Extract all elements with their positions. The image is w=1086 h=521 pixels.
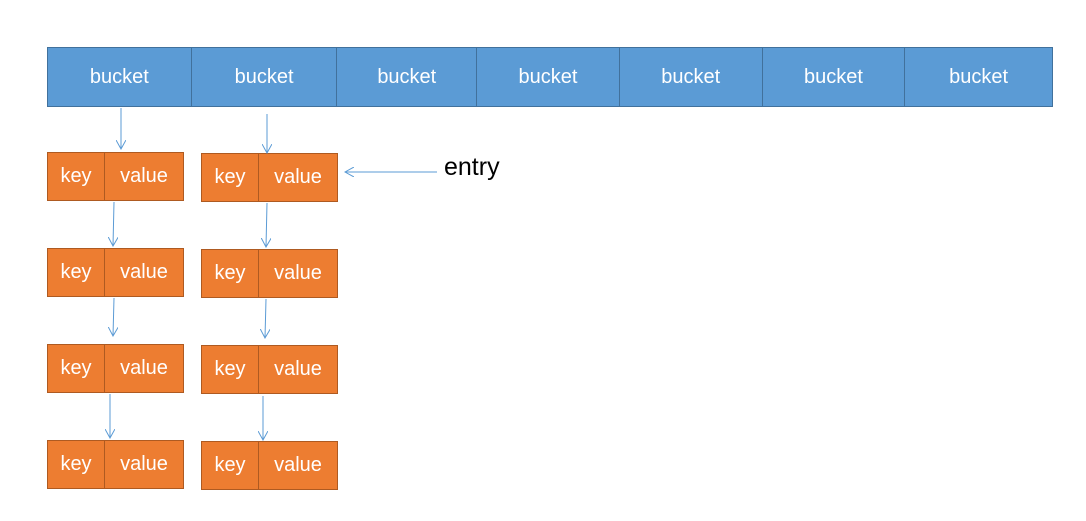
arrow-chain1-1	[266, 202, 267, 247]
arrow-chain0-1	[113, 201, 114, 246]
connector-arrows	[0, 108, 437, 521]
arrow-chain1-2	[265, 298, 266, 338]
arrow-chain0-2	[113, 297, 114, 336]
